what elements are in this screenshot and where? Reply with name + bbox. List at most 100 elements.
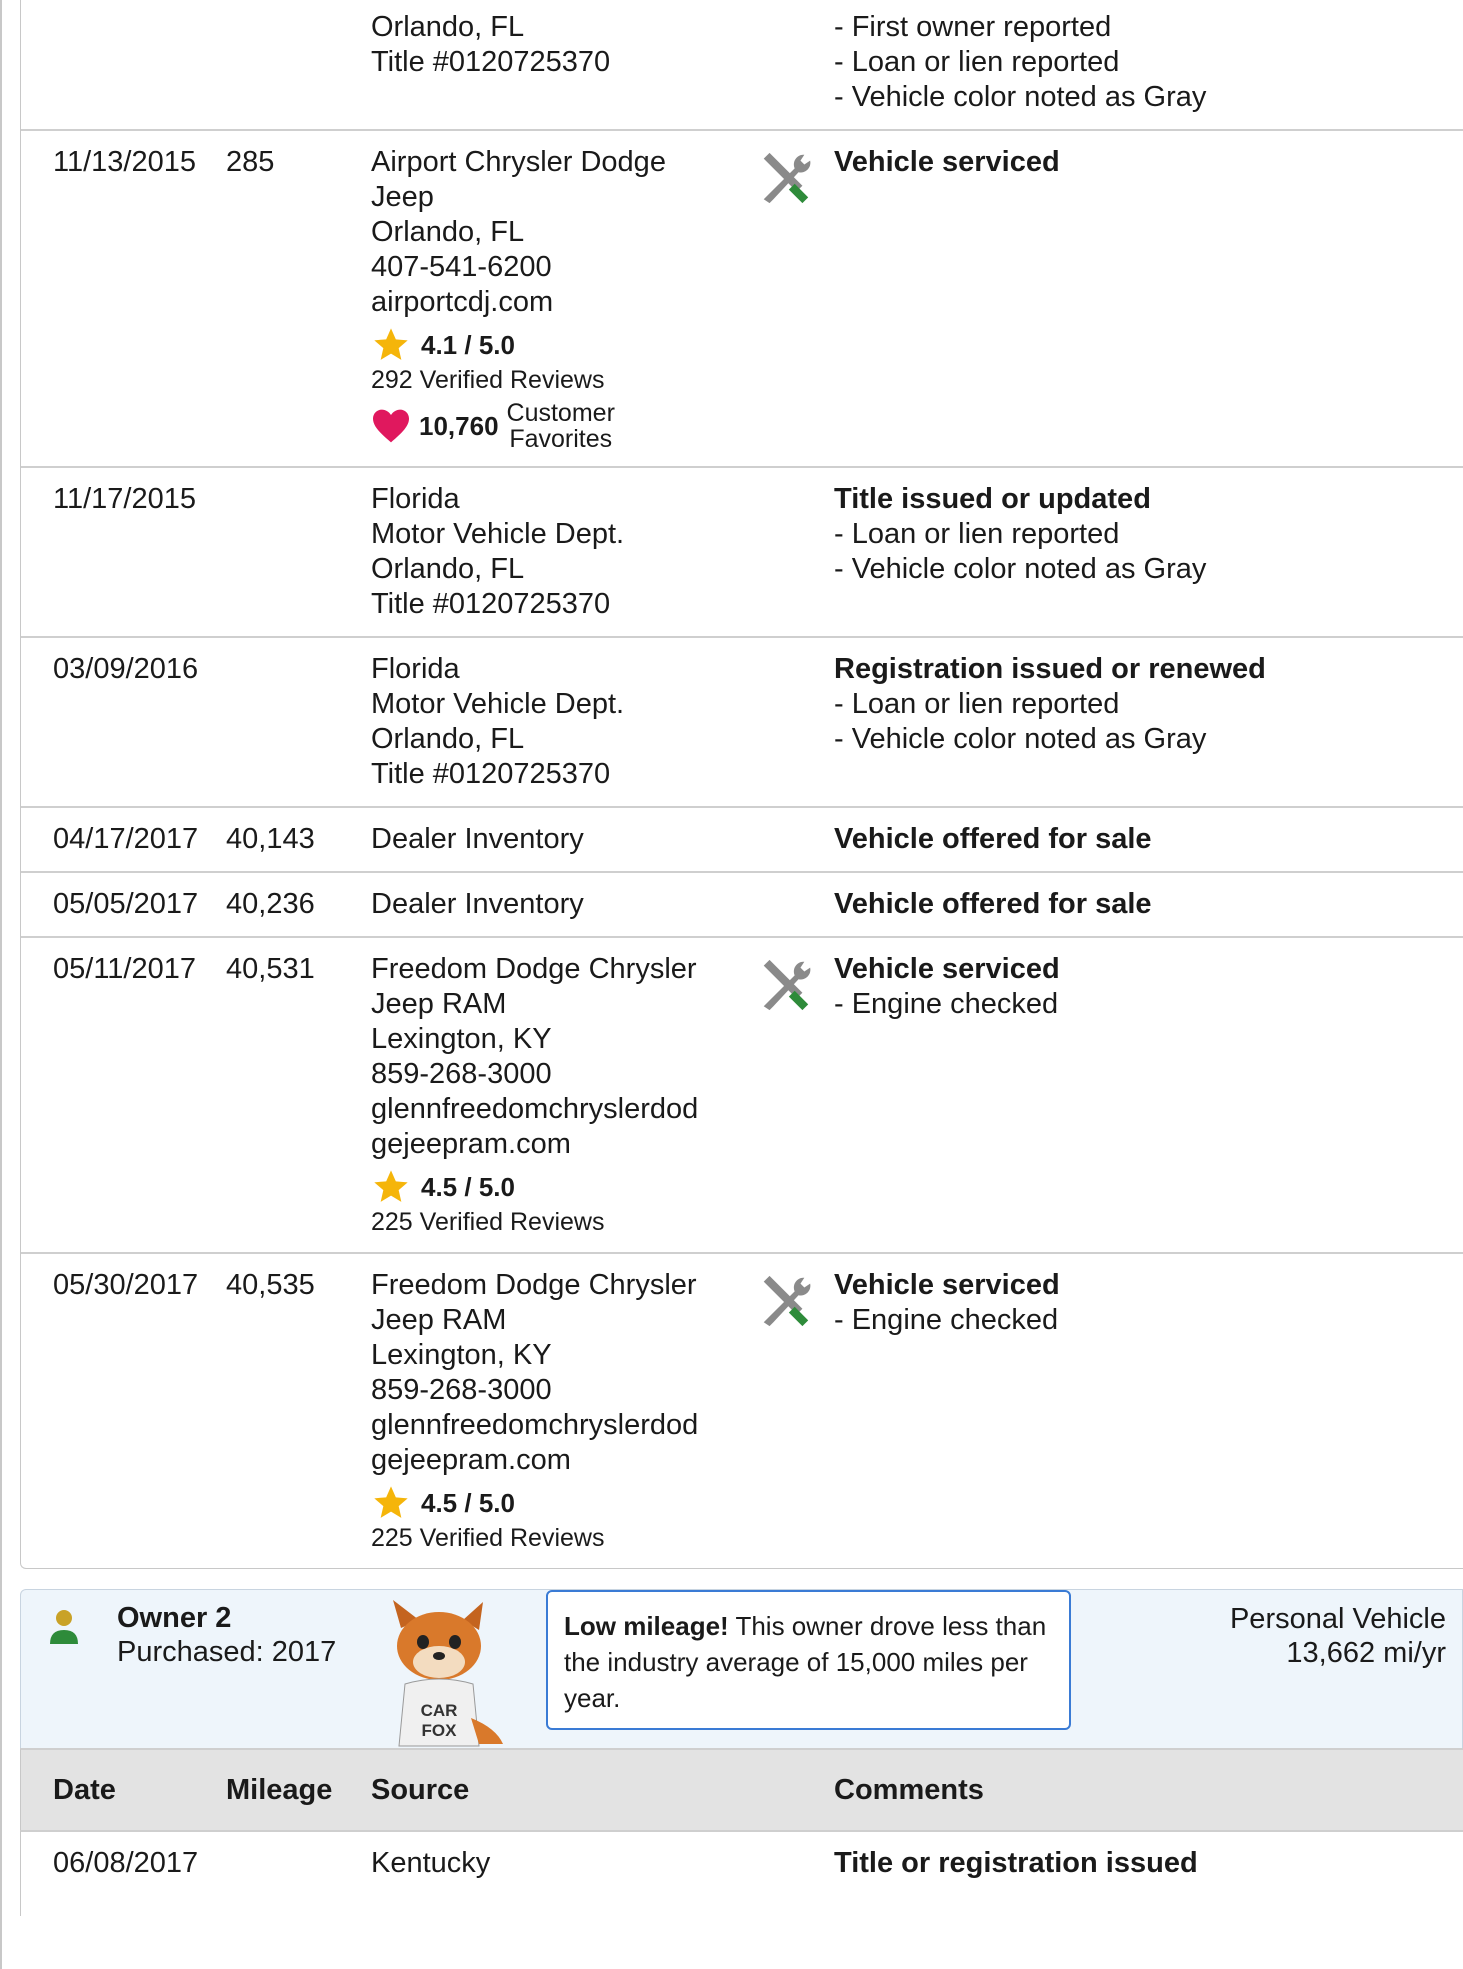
- record-date: [21, 10, 226, 115]
- record-mileage: [226, 1846, 371, 1916]
- record-icon: [756, 652, 834, 792]
- column-header-source: Source: [371, 1773, 470, 1806]
- rating-value: 4.5 / 5.0: [421, 1171, 515, 1202]
- record-date: 04/17/2017: [53, 823, 199, 855]
- vehicle-type: Personal Vehicle: [1229, 1603, 1446, 1635]
- record-icon-spacer: [756, 1846, 834, 1916]
- record-mileage: [226, 482, 371, 622]
- record-icon: [756, 1268, 834, 1554]
- record-source: Kentucky: [371, 1847, 491, 1879]
- record-mileage: [226, 652, 371, 792]
- verified-reviews-link[interactable]: 225 Verified Reviews: [371, 1522, 756, 1554]
- record-date: 05/30/2017: [53, 1269, 199, 1301]
- record-comments: Vehicle serviced - Engine checked: [834, 952, 1463, 1238]
- favorites-count: 10,760: [419, 410, 499, 441]
- record-comments: Title or registration issued: [834, 1846, 1463, 1916]
- record-source: Florida Motor Vehicle Dept. Orlando, FL Tit…: [371, 652, 756, 792]
- record-icon: [756, 145, 834, 452]
- record-icon: [756, 482, 834, 622]
- column-header-date: Date: [53, 1773, 116, 1806]
- source-line: 407-541-6200: [371, 251, 552, 283]
- comment-item: - Loan or lien reported: [834, 518, 1120, 550]
- record-date: 03/09/2016: [53, 653, 199, 685]
- record-comments: Registration issued or renewed - Loan or …: [834, 652, 1463, 792]
- record-source: Orlando, FL Title #0120725370: [371, 10, 756, 115]
- verified-reviews-link[interactable]: 292 Verified Reviews: [371, 364, 756, 396]
- source-line: Orlando, FL: [371, 216, 525, 248]
- record-mileage: 40,535: [226, 1269, 315, 1301]
- source-line: gejeepram.com: [371, 1128, 571, 1160]
- source-line: Airport Chrysler Dodge: [371, 146, 666, 178]
- source-line: Jeep: [371, 181, 434, 213]
- source-line: Jeep RAM: [371, 1304, 507, 1336]
- record-comments: Vehicle serviced: [834, 145, 1463, 452]
- table-row: 05/05/2017 40,236 Dealer Inventory Vehicle …: [21, 871, 1463, 936]
- record-icon: [756, 887, 834, 922]
- record-date: 06/08/2017: [53, 1847, 199, 1879]
- heart-icon: [373, 409, 409, 443]
- owner-vehicle-info: Personal Vehicle 13,662 mi/yr: [1230, 1602, 1446, 1670]
- source-line: Orlando, FL: [371, 553, 525, 585]
- comment-title: Registration issued or renewed: [834, 653, 1266, 685]
- source-line: Orlando, FL: [371, 11, 525, 43]
- dealer-rating: 4.5 / 5.0: [371, 1484, 756, 1522]
- record-comments: Vehicle offered for sale: [834, 887, 1463, 922]
- table-row: 05/30/2017 40,535 Freedom Dodge Chrysler Je…: [21, 1252, 1463, 1568]
- record-comments: - First owner reported - Loan or lien rep…: [834, 10, 1463, 115]
- comment-item: - Engine checked: [834, 988, 1059, 1020]
- customer-favorites: 10,760 Customer Favorites: [371, 400, 756, 452]
- record-source: Airport Chrysler Dodge Jeep Orlando, FL 407…: [371, 145, 756, 452]
- column-header-mileage: Mileage: [226, 1773, 333, 1806]
- source-line: Motor Vehicle Dept.: [371, 688, 625, 720]
- owner2-table-header: Date Mileage Source Comments: [20, 1748, 1463, 1830]
- vehicle-history: Orlando, FL Title #0120725370- First owne…: [20, 0, 1463, 1916]
- star-icon: [374, 328, 408, 360]
- rating-value: 4.1 / 5.0: [421, 329, 515, 360]
- table-row: 05/11/2017 40,531 Freedom Dodge Chrysler Je…: [21, 936, 1463, 1252]
- record-source: Dealer Inventory: [371, 887, 756, 922]
- owner-purchased: Purchased: 2017: [117, 1636, 337, 1668]
- callout-bold: Low mileage!: [564, 1611, 729, 1641]
- record-icon: [756, 952, 834, 1238]
- column-header-icon-spacer: [756, 1788, 834, 1792]
- service-wrench-icon: [763, 152, 811, 204]
- source-line: glennfreedomchryslerdod: [371, 1409, 699, 1441]
- record-comments: Vehicle serviced - Engine checked: [834, 1268, 1463, 1554]
- source-line: Florida: [371, 653, 460, 685]
- table-row: 11/17/2015 Florida Motor Vehicle Dept. Orla…: [21, 466, 1463, 636]
- star-icon: [374, 1170, 408, 1202]
- record-source: Florida Motor Vehicle Dept. Orlando, FL Tit…: [371, 482, 756, 622]
- comment-title: Vehicle serviced: [834, 1269, 1060, 1301]
- source-line: glennfreedomchryslerdod: [371, 1093, 699, 1125]
- comment-title: Title issued or updated: [834, 483, 1151, 515]
- rating-value: 4.5 / 5.0: [421, 1487, 515, 1518]
- record-icon: [756, 10, 834, 115]
- service-wrench-icon: [763, 1275, 811, 1327]
- record-mileage: 40,531: [226, 953, 315, 985]
- source-line: Lexington, KY: [371, 1339, 552, 1371]
- owner1-history-table: Orlando, FL Title #0120725370- First owne…: [20, 0, 1463, 1569]
- record-comments: Title issued or updated - Loan or lien re…: [834, 482, 1463, 622]
- source-line: Florida: [371, 483, 460, 515]
- mileage-rate: 13,662 mi/yr: [1286, 1637, 1446, 1669]
- owner2-header: Owner 2 Purchased: 2017 CAR FOX Low mile…: [20, 1589, 1463, 1748]
- record-comments: Vehicle offered for sale: [834, 822, 1463, 857]
- source-line: Title #0120725370: [371, 588, 611, 620]
- source-line: 859-268-3000: [371, 1374, 552, 1406]
- record-date: 05/11/2017: [53, 953, 196, 985]
- column-header-comments: Comments: [834, 1773, 984, 1806]
- record-date: 11/17/2015: [53, 483, 196, 515]
- source-line: Dealer Inventory: [371, 888, 584, 920]
- record-mileage: [226, 10, 371, 115]
- verified-reviews-link[interactable]: 225 Verified Reviews: [371, 1206, 756, 1238]
- svg-text:FOX: FOX: [422, 1721, 458, 1740]
- dealer-rating: 4.1 / 5.0: [371, 326, 756, 364]
- table-row: 11/13/2015 285 Airport Chrysler Dodge Jeep O…: [21, 129, 1463, 466]
- comment-title: Vehicle serviced: [834, 146, 1060, 178]
- source-line: Title #0120725370: [371, 758, 611, 790]
- record-icon: [756, 822, 834, 857]
- record-mileage: 285: [226, 146, 275, 178]
- source-line: Lexington, KY: [371, 1023, 552, 1055]
- person-icon: [50, 1610, 78, 1644]
- favorites-label: Customer Favorites: [506, 399, 615, 453]
